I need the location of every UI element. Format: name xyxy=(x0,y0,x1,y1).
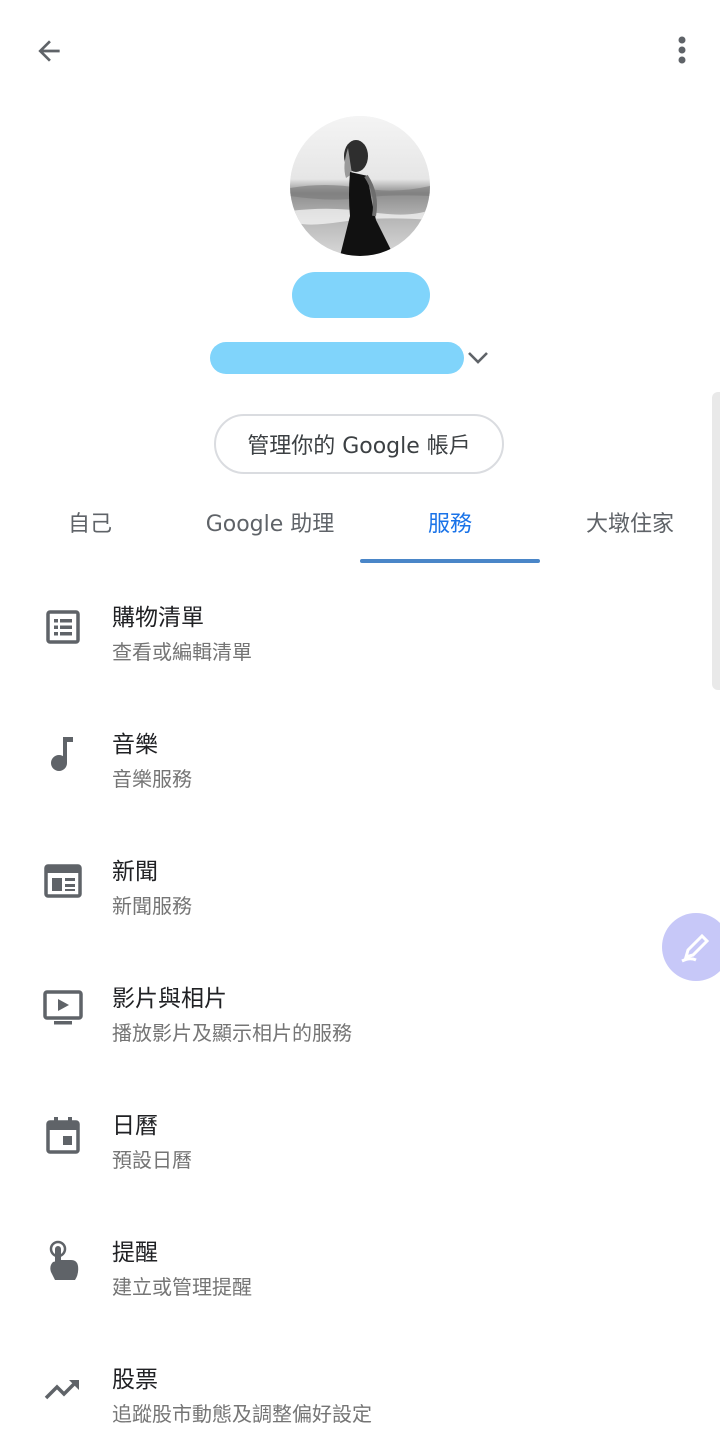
list-item-videos-photos[interactable]: 影片與相片 播放影片及顯示相片的服務 xyxy=(0,945,720,1072)
calendar-icon xyxy=(38,1110,88,1160)
list-item-music[interactable]: 音樂 音樂服務 xyxy=(0,691,720,818)
list-item-stocks[interactable]: 股票 追蹤股市動態及調整偏好設定 xyxy=(0,1326,720,1453)
item-subtitle: 追蹤股市動態及調整偏好設定 xyxy=(112,1402,372,1426)
item-title: 提醒 xyxy=(112,1240,158,1266)
redacted-account-name xyxy=(292,272,430,318)
item-title: 日曆 xyxy=(112,1113,158,1139)
item-subtitle: 預設日曆 xyxy=(112,1148,192,1172)
item-title: 影片與相片 xyxy=(112,986,227,1012)
back-button[interactable] xyxy=(24,26,74,76)
tab-services[interactable]: 服務 xyxy=(360,490,540,554)
scroll-edge-handle[interactable] xyxy=(712,392,720,690)
music-note-icon xyxy=(38,729,88,779)
trending-up-icon xyxy=(38,1364,88,1414)
active-tab-indicator xyxy=(360,559,540,563)
item-title: 購物清單 xyxy=(112,605,204,631)
list-alt-icon xyxy=(38,602,88,652)
list-item-shopping-list[interactable]: 購物清單 查看或編輯清單 xyxy=(0,564,720,691)
item-title: 新聞 xyxy=(112,859,158,885)
tab-self[interactable]: 自己 xyxy=(0,490,180,554)
item-subtitle: 建立或管理提醒 xyxy=(112,1275,252,1299)
redacted-account-email xyxy=(210,342,464,374)
list-item-calendar[interactable]: 日曆 預設日曆 xyxy=(0,1072,720,1199)
more-options-button[interactable] xyxy=(658,26,706,74)
avatar[interactable] xyxy=(290,116,430,256)
top-app-bar xyxy=(0,0,720,100)
chevron-down-icon xyxy=(468,352,488,364)
list-item-reminders[interactable]: 提醒 建立或管理提醒 xyxy=(0,1199,720,1326)
avatar-photo xyxy=(290,116,430,256)
tab-home[interactable]: 大墩住家 xyxy=(540,490,720,554)
item-subtitle: 查看或編輯清單 xyxy=(112,640,252,664)
item-subtitle: 音樂服務 xyxy=(112,767,192,791)
manage-google-account-button[interactable]: 管理你的 Google 帳戶 xyxy=(214,414,504,474)
newspaper-icon xyxy=(38,856,88,906)
arrow-back-icon xyxy=(38,40,60,62)
account-switcher-button[interactable] xyxy=(462,344,494,372)
pencil-icon xyxy=(681,933,710,963)
item-subtitle: 新聞服務 xyxy=(112,894,192,918)
list-item-news[interactable]: 新聞 新聞服務 xyxy=(0,818,720,945)
tab-bar: 自己 Google 助理 服務 大墩住家 xyxy=(0,490,720,564)
item-title: 音樂 xyxy=(112,732,158,758)
more-vert-icon xyxy=(678,36,686,64)
tv-play-icon xyxy=(38,983,88,1033)
item-subtitle: 播放影片及顯示相片的服務 xyxy=(112,1021,352,1045)
item-title: 股票 xyxy=(112,1367,158,1393)
tab-google-assistant[interactable]: Google 助理 xyxy=(180,490,360,554)
touch-finger-icon xyxy=(38,1237,88,1287)
